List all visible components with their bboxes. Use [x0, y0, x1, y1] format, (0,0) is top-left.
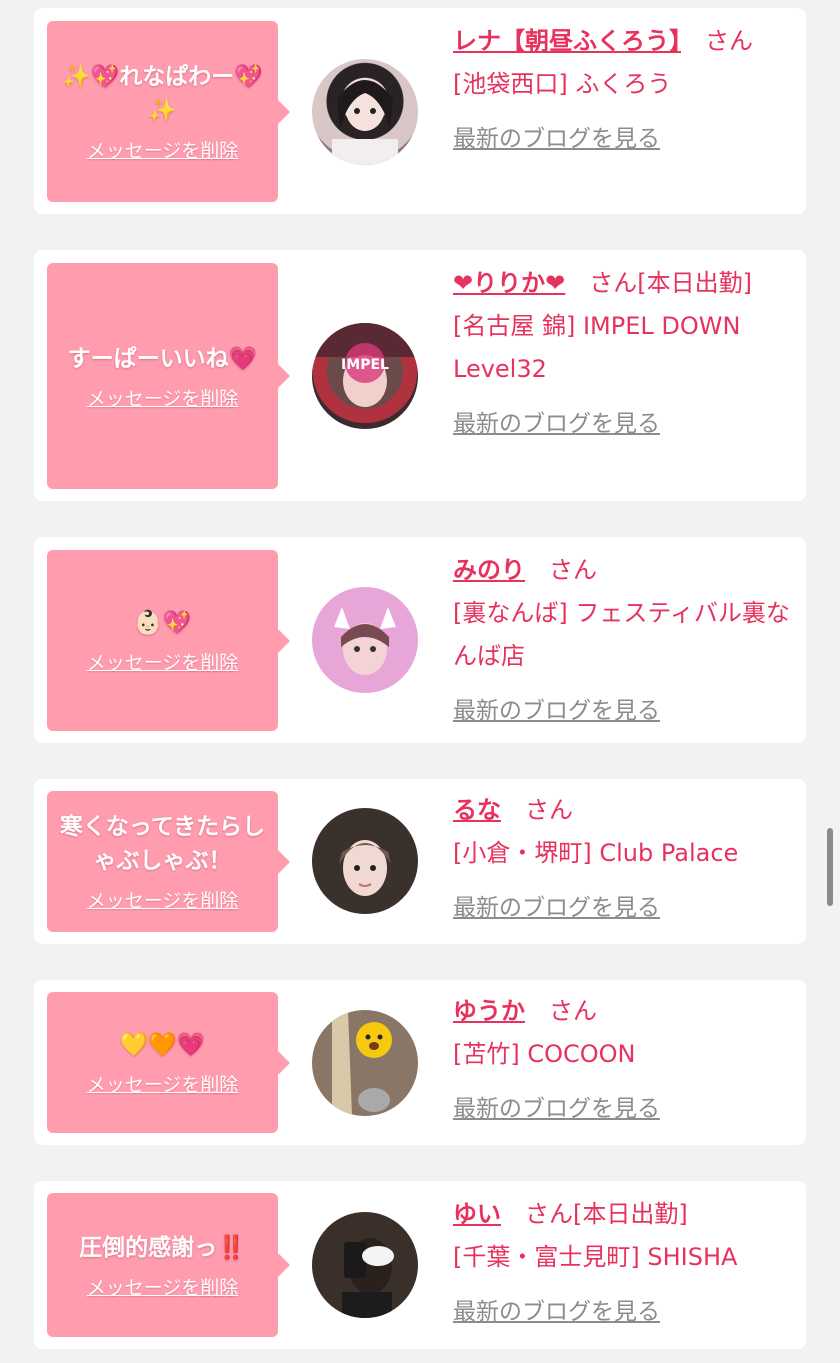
- profile-name-link[interactable]: みのり: [453, 556, 525, 584]
- message-card: ✨💖れなぱわー💖✨ メッセージを削除 レナ【朝昼ふくろう】 さん [池袋西口] …: [34, 8, 806, 214]
- avatar[interactable]: [312, 59, 418, 165]
- delete-message-link[interactable]: メッセージを削除: [87, 886, 239, 913]
- message-card: 寒くなってきたらしゃぶしゃぶ！ メッセージを削除 るな さん [小倉・堺町] C…: [34, 779, 806, 944]
- profile-name-link[interactable]: ゆうか: [453, 997, 525, 1025]
- delete-message-link[interactable]: メッセージを削除: [87, 1273, 239, 1300]
- avatar[interactable]: [312, 587, 418, 693]
- shop-info: [池袋西口] ふくろう: [453, 70, 672, 98]
- shop-info: [苫竹] COCOON: [453, 1040, 636, 1068]
- avatar-image: [332, 80, 398, 165]
- message-card: 圧倒的感謝っ‼️ メッセージを削除 ゆい さん[本日出勤] [千葉・富士見町] …: [34, 1181, 806, 1349]
- avatar-image: [342, 1238, 394, 1318]
- latest-blog-link[interactable]: 最新のブログを見る: [453, 403, 660, 446]
- message-card: 👶🏻💖 メッセージを削除 みのり さん [裏なんば] フェスティバル裏なんば店 …: [34, 537, 806, 743]
- avatar[interactable]: [312, 1212, 418, 1318]
- avatar[interactable]: [312, 1010, 418, 1116]
- message-card: 💛🧡💗 メッセージを削除 ゆうか さん [苫竹] COCOON 最新のブログを見…: [34, 980, 806, 1145]
- avatar[interactable]: [312, 808, 418, 914]
- profile-suffix: さん: [705, 27, 753, 55]
- svg-text:IMPEL: IMPEL: [341, 357, 389, 373]
- shop-info: [名古屋 錦] IMPEL DOWN Level32: [453, 312, 741, 383]
- message-bubble: ✨💖れなぱわー💖✨ メッセージを削除: [47, 21, 290, 202]
- profile-info: ゆうか さん [苫竹] COCOON 最新のブログを見る: [453, 990, 793, 1131]
- profile-info: レナ【朝昼ふくろう】 さん [池袋西口] ふくろう 最新のブログを見る: [453, 20, 793, 161]
- profile-info: ❤︎りりか❤︎ さん[本日出勤] [名古屋 錦] IMPEL DOWN Leve…: [453, 262, 793, 446]
- profile-suffix: さん: [525, 796, 573, 824]
- message-text: 💛🧡💗: [119, 1032, 206, 1058]
- profile-suffix: さん[本日出勤]: [525, 1200, 688, 1228]
- latest-blog-link[interactable]: 最新のブログを見る: [453, 1088, 660, 1131]
- profile-suffix: さん: [549, 997, 597, 1025]
- profile-name-link[interactable]: ❤︎りりか❤︎: [453, 269, 565, 297]
- message-bubble: 寒くなってきたらしゃぶしゃぶ！ メッセージを削除: [47, 791, 290, 932]
- delete-message-link[interactable]: メッセージを削除: [87, 136, 239, 163]
- profile-name-link[interactable]: レナ【朝昼ふくろう】: [453, 27, 681, 55]
- shop-info: [千葉・富士見町] SHISHA: [453, 1243, 738, 1271]
- shop-info: [裏なんば] フェスティバル裏なんば店: [453, 599, 790, 670]
- shop-info: [小倉・堺町] Club Palace: [453, 839, 739, 867]
- message-card: すーぱーいいね💗 メッセージを削除 IMPEL ❤︎りりか❤︎ さん[本日出勤]…: [34, 250, 806, 501]
- delete-message-link[interactable]: メッセージを削除: [87, 384, 239, 411]
- delete-message-link[interactable]: メッセージを削除: [87, 1070, 239, 1097]
- profile-suffix: さん[本日出勤]: [589, 269, 752, 297]
- latest-blog-link[interactable]: 最新のブログを見る: [453, 118, 660, 161]
- latest-blog-link[interactable]: 最新のブログを見る: [453, 887, 660, 930]
- message-bubble: すーぱーいいね💗 メッセージを削除: [47, 263, 290, 489]
- profile-info: ゆい さん[本日出勤] [千葉・富士見町] SHISHA 最新のブログを見る: [453, 1193, 793, 1334]
- latest-blog-link[interactable]: 最新のブログを見る: [453, 1291, 660, 1334]
- profile-suffix: さん: [549, 556, 597, 584]
- message-text: 圧倒的感謝っ‼️: [79, 1234, 246, 1261]
- profile-name-link[interactable]: るな: [453, 796, 501, 824]
- avatar-image: [334, 607, 396, 675]
- scrollbar[interactable]: [827, 828, 833, 906]
- message-bubble: 💛🧡💗 メッセージを削除: [47, 992, 290, 1133]
- message-bubble: 👶🏻💖 メッセージを削除: [47, 550, 290, 731]
- profile-info: るな さん [小倉・堺町] Club Palace 最新のブログを見る: [453, 789, 793, 930]
- profile-info: みのり さん [裏なんば] フェスティバル裏なんば店 最新のブログを見る: [453, 549, 793, 733]
- avatar[interactable]: IMPEL: [312, 323, 418, 429]
- message-text: 寒くなってきたらしゃぶしゃぶ！: [59, 814, 266, 874]
- avatar-image: [339, 840, 391, 896]
- message-text: ✨💖れなぱわー💖✨: [62, 64, 263, 124]
- avatar-image: [332, 1010, 392, 1116]
- delete-message-link[interactable]: メッセージを削除: [87, 648, 239, 675]
- message-text: すーぱーいいね💗: [67, 345, 258, 372]
- latest-blog-link[interactable]: 最新のブログを見る: [453, 690, 660, 733]
- message-text: 👶🏻💖: [133, 610, 192, 636]
- profile-name-link[interactable]: ゆい: [453, 1200, 501, 1228]
- message-bubble: 圧倒的感謝っ‼️ メッセージを削除: [47, 1193, 290, 1337]
- avatar-image: IMPEL: [312, 323, 418, 407]
